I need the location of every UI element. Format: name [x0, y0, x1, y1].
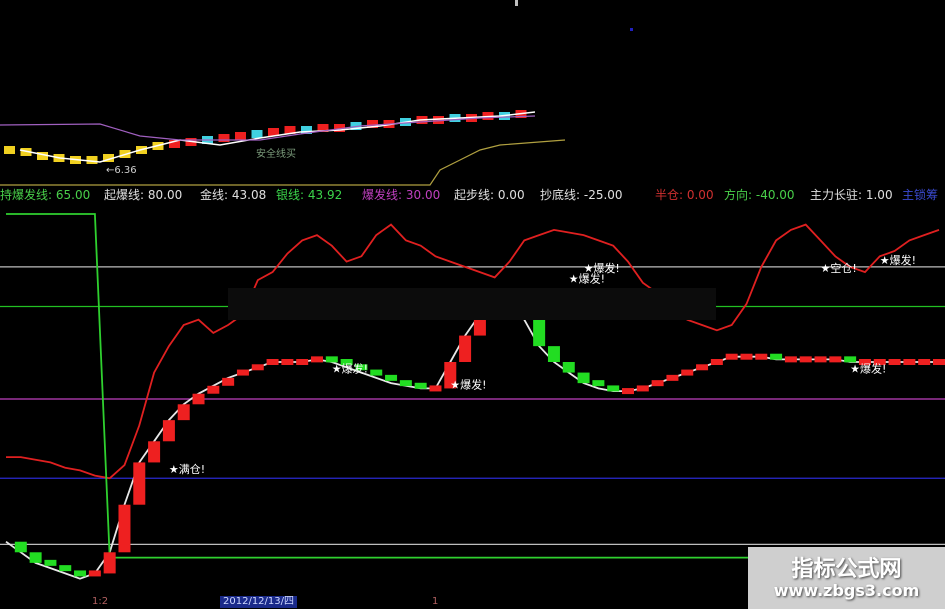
axis-tick-left: 1:2 — [92, 596, 109, 607]
indicator-info-bar: 持爆发线: 65.00 起爆线: 80.00 金线: 43.08 银线: 43.… — [0, 186, 945, 204]
up-bar — [162, 420, 175, 442]
info-item: 方向: -40.00 — [724, 188, 795, 202]
down-bar — [325, 356, 338, 363]
signal-label: ★空仓! — [821, 261, 857, 275]
up-bar — [222, 377, 235, 386]
down-bar — [414, 382, 427, 389]
down-bar — [44, 559, 57, 566]
date-cursor-label: 2012/12/13/四 — [220, 596, 298, 608]
signal-label: ★爆发! — [850, 362, 886, 376]
down-bar — [14, 541, 27, 553]
down-bar — [547, 346, 560, 362]
up-bar — [88, 570, 101, 577]
redaction-bar — [228, 288, 716, 320]
up-bar — [888, 359, 901, 365]
up-bar — [103, 552, 116, 574]
up-bar — [681, 369, 694, 376]
signal-label: ★爆发! — [450, 377, 486, 391]
up-bar — [933, 359, 945, 365]
up-bar — [829, 356, 842, 363]
indicator-chart-svg: ★爆发!★爆发!★满仓!★爆发!★爆发! ★空仓!★爆发!★爆发! — [0, 213, 945, 580]
info-item: 爆发线: 30.00 — [362, 188, 441, 202]
down-bar — [607, 385, 620, 392]
up-bar — [814, 356, 827, 363]
watermark-url: www.zbgs3.com — [773, 581, 920, 600]
support-line — [0, 139, 566, 186]
indicator-chart: ★爆发! ★爆发! ★满仓! ★爆发! ★爆发! ★空仓! ★爆发! ★爆发! — [0, 204, 945, 600]
up-bar — [311, 356, 323, 363]
down-bar — [29, 552, 42, 563]
info-item: 起步线: 0.00 — [454, 188, 525, 202]
series-line — [5, 305, 939, 580]
top-extension-svg — [0, 0, 633, 186]
down-bar — [59, 565, 72, 572]
down-bar — [533, 319, 546, 347]
up-bar — [696, 364, 709, 371]
info-item: 银线: 43.92 — [276, 188, 343, 202]
marker-tick — [515, 0, 518, 6]
watermark-title: 指标公式网 — [791, 557, 902, 582]
up-bar — [918, 359, 931, 365]
up-bar — [236, 369, 249, 376]
up-bar — [725, 353, 738, 360]
up-bar — [459, 335, 472, 362]
up-bar — [118, 504, 131, 553]
signal-label: ★满仓! — [169, 462, 205, 476]
up-bar — [622, 388, 634, 395]
down-bar — [399, 380, 412, 387]
up-bar — [177, 404, 190, 421]
down-bar — [385, 374, 398, 381]
up-bar — [666, 374, 679, 381]
up-bar — [281, 359, 294, 365]
down-bar — [844, 356, 857, 363]
down-bar — [370, 369, 383, 376]
axis-tick-right: 1 — [432, 596, 439, 607]
up-bar — [784, 356, 797, 363]
down-bar — [562, 362, 575, 373]
up-bar — [799, 356, 812, 363]
up-bar — [740, 353, 753, 360]
up-bar — [192, 393, 205, 405]
info-item: 起爆线: 80.00 — [104, 188, 183, 202]
info-item: 抄底线: -25.00 — [540, 188, 623, 202]
up-bar — [651, 380, 664, 387]
watermark: 指标公式网 www.zbgs3.com — [748, 547, 945, 609]
info-item: 主力长驻: 1.00 — [810, 188, 893, 202]
up-bar — [251, 364, 264, 371]
up-bar — [755, 353, 768, 360]
series-line — [6, 223, 940, 480]
down-bar — [577, 372, 590, 384]
up-bar — [266, 359, 279, 365]
marker-dot — [630, 28, 633, 31]
up-bar — [296, 359, 309, 365]
down-bar — [770, 353, 783, 360]
up-bar — [429, 385, 442, 392]
info-item: 主锁筹 — [902, 188, 939, 202]
info-item: 持爆发线: 65.00 — [0, 188, 91, 202]
up-bar — [636, 385, 649, 392]
signal-label: ★爆发! — [880, 253, 916, 267]
signal-label: ★爆发! — [584, 261, 620, 275]
up-bar — [207, 385, 220, 394]
down-bar — [592, 380, 605, 387]
up-bar — [148, 441, 161, 463]
up-bar — [710, 359, 723, 365]
up-bar — [133, 462, 146, 505]
info-item: 半仓: 0.00 — [655, 188, 714, 202]
up-bar — [903, 359, 916, 365]
down-bar — [74, 570, 87, 577]
signal-label: ★爆发! — [332, 362, 368, 376]
info-item: 金线: 43.08 — [200, 188, 267, 202]
